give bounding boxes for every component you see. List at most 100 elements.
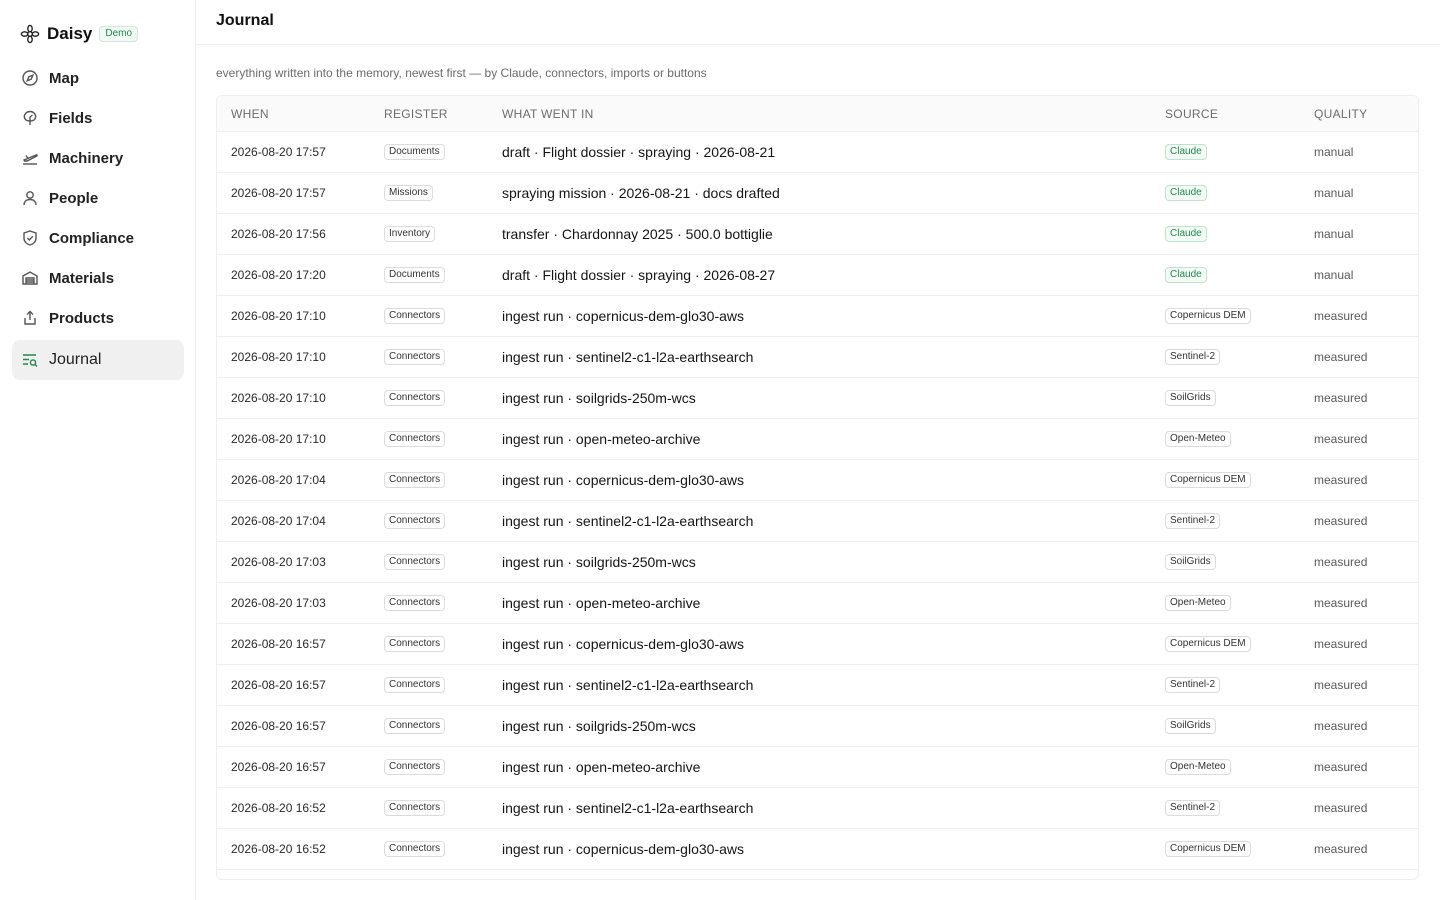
cell-when: 2026-08-20 16:57 bbox=[217, 746, 384, 788]
sidebar-item-machinery[interactable]: Machinery bbox=[12, 138, 184, 178]
sidebar-item-products[interactable]: Products bbox=[12, 298, 184, 338]
table-row[interactable]: 2026-08-20 16:57 Connectors ingest run · c… bbox=[217, 623, 1418, 665]
cell-what-went-in: ingest run · copernicus-dem-glo30-aws bbox=[502, 459, 1165, 501]
cell-when: 2026-08-20 16:52 bbox=[217, 828, 384, 870]
sidebar-item-materials[interactable]: Materials bbox=[12, 258, 184, 298]
compass-icon bbox=[21, 69, 39, 87]
cell-when: 2026-08-20 16:57 bbox=[217, 705, 384, 747]
shield-check-icon bbox=[21, 229, 39, 247]
table-row[interactable]: 2026-08-20 17:04 Connectors ingest run · s… bbox=[217, 500, 1418, 542]
cell-quality: measured bbox=[1314, 787, 1418, 829]
source-badge: Copernicus DEM bbox=[1165, 636, 1251, 652]
cell-what-went-in: ingest run · copernicus-dem-glo30-aws bbox=[502, 295, 1165, 337]
table-row[interactable]: 2026-08-20 17:56 Inventory transfer · Char… bbox=[217, 213, 1418, 255]
cell-register: Connectors bbox=[384, 582, 502, 624]
cell-register: Documents bbox=[384, 131, 502, 173]
page-subtitle: everything written into the memory, newe… bbox=[216, 66, 707, 80]
cell-quality: measured bbox=[1314, 541, 1418, 583]
source-badge: Copernicus DEM bbox=[1165, 472, 1251, 488]
cell-what-went-in: ingest run · sentinel2-c1-l2a-earthsearc… bbox=[502, 336, 1165, 378]
cell-quality: measured bbox=[1314, 377, 1418, 419]
sidebar-item-map[interactable]: Map bbox=[12, 58, 184, 98]
cell-quality: measured bbox=[1314, 746, 1418, 788]
cell-when: 2026-08-20 17:04 bbox=[217, 459, 384, 501]
source-badge: Open-Meteo bbox=[1165, 759, 1231, 775]
table-row[interactable]: 2026-08-20 16:52 Connectors ingest run · c… bbox=[217, 828, 1418, 870]
table-row[interactable]: 2026-08-20 17:03 Connectors ingest run · s… bbox=[217, 541, 1418, 583]
cell-when: 2026-08-20 17:56 bbox=[217, 213, 384, 255]
sidebar-item-compliance[interactable]: Compliance bbox=[12, 218, 184, 258]
cell-source: Open-Meteo bbox=[1165, 418, 1314, 460]
cell-when: 2026-08-20 17:57 bbox=[217, 131, 384, 173]
page-title: Journal bbox=[216, 12, 274, 29]
table-row[interactable]: 2026-08-20 16:52 Connectors ingest run · s… bbox=[217, 787, 1418, 829]
journal-search-icon bbox=[21, 351, 39, 369]
table-row[interactable]: 2026-08-20 17:03 Connectors ingest run · o… bbox=[217, 582, 1418, 624]
table-row[interactable]: 2026-08-20 16:57 Connectors ingest run · o… bbox=[217, 746, 1418, 788]
register-tag: Connectors bbox=[384, 513, 446, 529]
cell-quality: measured bbox=[1314, 664, 1418, 706]
cell-register: Connectors bbox=[384, 377, 502, 419]
demo-badge: Demo bbox=[99, 26, 139, 42]
cell-source: Copernicus DEM bbox=[1165, 459, 1314, 501]
register-tag: Connectors bbox=[384, 554, 446, 570]
table-row[interactable]: 2026-08-20 16:57 Connectors ingest run · s… bbox=[217, 705, 1418, 747]
cell-source: Sentinel-2 bbox=[1165, 500, 1314, 542]
column-header-when[interactable]: WHEN bbox=[217, 96, 384, 132]
table-header-row: WHEN REGISTER WHAT WENT IN SOURCE QUALIT… bbox=[217, 96, 1418, 132]
page-header: Journal bbox=[196, 0, 1440, 45]
sidebar-item-label: Materials bbox=[49, 269, 115, 287]
cell-register: Connectors bbox=[384, 828, 502, 870]
cell-register: Connectors bbox=[384, 623, 502, 665]
warehouse-icon bbox=[21, 269, 39, 287]
column-header-what[interactable]: WHAT WENT IN bbox=[502, 96, 1165, 132]
column-header-source[interactable]: SOURCE bbox=[1165, 96, 1314, 132]
cell-register: Connectors bbox=[384, 541, 502, 583]
register-tag: Connectors bbox=[384, 841, 446, 857]
table-row[interactable]: 2026-08-20 17:57 Documents draft · Flight … bbox=[217, 131, 1418, 173]
brand[interactable]: Daisy Demo bbox=[20, 22, 139, 46]
table-body: 2026-08-20 17:57 Documents draft · Flight … bbox=[217, 131, 1418, 870]
table-row[interactable]: 2026-08-20 17:04 Connectors ingest run · c… bbox=[217, 459, 1418, 501]
sidebar-item-journal[interactable]: Journal bbox=[12, 340, 184, 380]
cell-register: Connectors bbox=[384, 500, 502, 542]
register-tag: Documents bbox=[384, 267, 445, 283]
plane-icon bbox=[21, 149, 39, 167]
source-badge: Sentinel-2 bbox=[1165, 349, 1221, 365]
table-row[interactable]: 2026-08-20 17:10 Connectors ingest run · s… bbox=[217, 336, 1418, 378]
register-tag: Missions bbox=[384, 185, 433, 201]
cell-what-went-in: ingest run · copernicus-dem-glo30-aws bbox=[502, 828, 1165, 870]
table-row[interactable]: 2026-08-20 17:20 Documents draft · Flight … bbox=[217, 254, 1418, 296]
sidebar-item-fields[interactable]: Fields bbox=[12, 98, 184, 138]
cell-source: Open-Meteo bbox=[1165, 582, 1314, 624]
app-name: Daisy bbox=[47, 24, 93, 43]
cell-when: 2026-08-20 17:03 bbox=[217, 582, 384, 624]
cell-source: Claude bbox=[1165, 172, 1314, 214]
cell-when: 2026-08-20 17:10 bbox=[217, 295, 384, 337]
cell-what-went-in: ingest run · soilgrids-250m-wcs bbox=[502, 541, 1165, 583]
cell-what-went-in: ingest run · sentinel2-c1-l2a-earthsearc… bbox=[502, 787, 1165, 829]
column-header-quality[interactable]: QUALITY bbox=[1314, 96, 1418, 132]
cell-what-went-in: ingest run · open-meteo-archive bbox=[502, 418, 1165, 460]
cell-what-went-in: ingest run · copernicus-dem-glo30-aws bbox=[502, 623, 1165, 665]
column-header-register[interactable]: REGISTER bbox=[384, 96, 502, 132]
cell-when: 2026-08-20 17:04 bbox=[217, 500, 384, 542]
person-icon bbox=[21, 189, 39, 207]
table-row[interactable]: 2026-08-20 17:10 Connectors ingest run · o… bbox=[217, 418, 1418, 460]
source-badge: SoilGrids bbox=[1165, 718, 1216, 734]
register-tag: Connectors bbox=[384, 308, 446, 324]
table-row[interactable]: 2026-08-20 17:10 Connectors ingest run · c… bbox=[217, 295, 1418, 337]
sidebar-item-people[interactable]: People bbox=[12, 178, 184, 218]
cell-source: SoilGrids bbox=[1165, 541, 1314, 583]
sidebar-nav: Map Fields Machinery People Compliance M… bbox=[12, 58, 184, 380]
cell-when: 2026-08-20 17:10 bbox=[217, 336, 384, 378]
table-row[interactable]: 2026-08-20 16:57 Connectors ingest run · s… bbox=[217, 664, 1418, 706]
cell-what-went-in: ingest run · soilgrids-250m-wcs bbox=[502, 377, 1165, 419]
table-row[interactable]: 2026-08-20 17:10 Connectors ingest run · s… bbox=[217, 377, 1418, 419]
source-badge: Sentinel-2 bbox=[1165, 677, 1221, 693]
cell-register: Documents bbox=[384, 254, 502, 296]
cell-quality: manual bbox=[1314, 172, 1418, 214]
table-row[interactable]: 2026-08-20 17:57 Missions spraying mission… bbox=[217, 172, 1418, 214]
cell-what-went-in: ingest run · soilgrids-250m-wcs bbox=[502, 705, 1165, 747]
cell-quality: measured bbox=[1314, 295, 1418, 337]
